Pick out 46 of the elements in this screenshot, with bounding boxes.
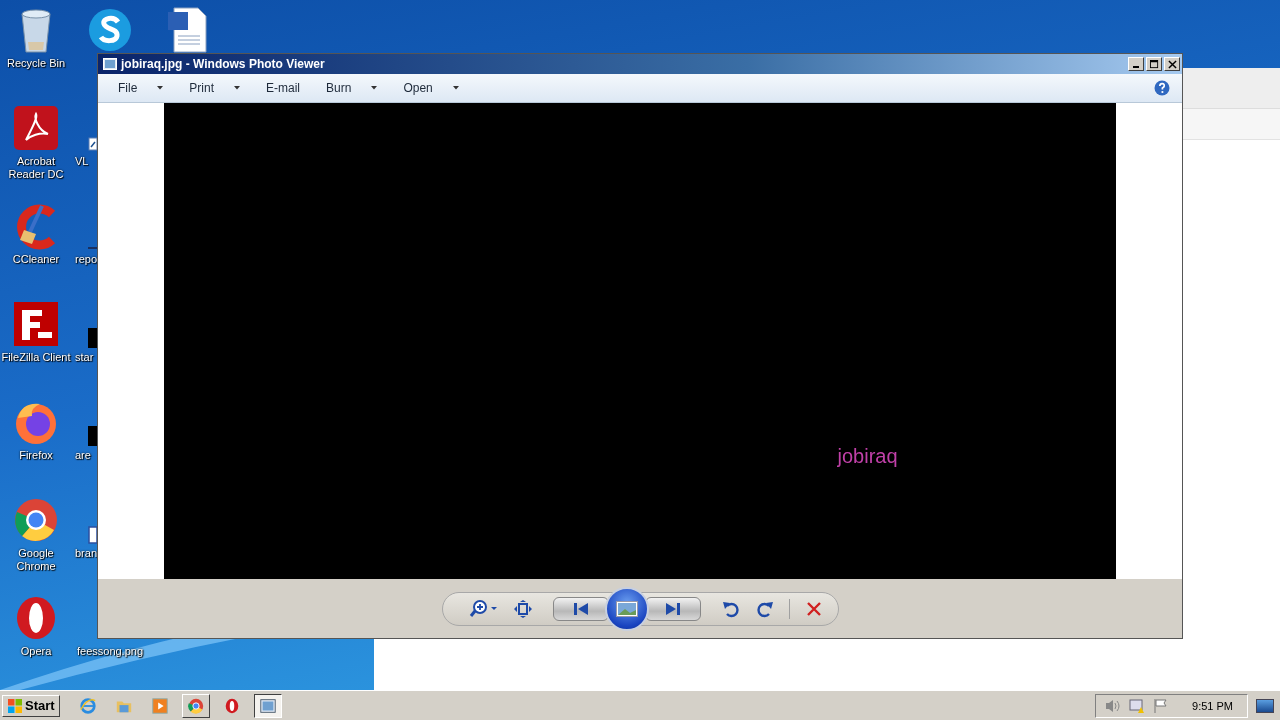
landscape-picture-icon xyxy=(615,600,638,617)
start-button[interactable]: Start xyxy=(2,694,60,717)
zoom-icon[interactable] xyxy=(468,598,499,619)
desktop-icon-label[interactable]: VL xyxy=(75,155,89,168)
file-thumbnail-icon[interactable] xyxy=(88,426,97,446)
menu-button[interactable]: Print xyxy=(179,77,251,99)
desktop-icon-label[interactable]: Opera xyxy=(0,645,72,658)
desktop-icon-label[interactable]: Google Chrome xyxy=(0,547,72,573)
desktop-icon-label[interactable]: bran xyxy=(75,547,98,560)
previous-icon xyxy=(572,601,589,616)
image-caption: jobiraq xyxy=(837,445,898,468)
picture-viewer-icon[interactable] xyxy=(253,693,282,718)
minimize-button[interactable] xyxy=(1128,57,1144,71)
close-icon xyxy=(1167,59,1177,69)
menu-button[interactable]: Burn xyxy=(316,77,388,99)
menu-button[interactable]: E-mail xyxy=(256,77,311,99)
pdf-reader-icon[interactable] xyxy=(12,104,60,152)
show-desktop-button[interactable] xyxy=(1256,698,1274,713)
desktop-icon-label[interactable]: feessong.png xyxy=(74,645,146,658)
fz-logo-icon[interactable] xyxy=(12,300,60,348)
chrome-icon[interactable] xyxy=(12,496,60,544)
help-icon[interactable] xyxy=(1154,80,1170,96)
fit-to-window-icon[interactable] xyxy=(512,598,533,619)
slideshow-button[interactable] xyxy=(604,586,649,631)
maximize-icon xyxy=(1149,59,1159,69)
desktop-icon-label[interactable]: FileZilla Client xyxy=(0,351,72,364)
desktop-icon-label[interactable]: repo xyxy=(75,253,98,266)
skype-icon[interactable] xyxy=(86,6,134,54)
menu-button[interactable]: File xyxy=(108,77,174,99)
next-icon xyxy=(664,601,681,616)
file-thumbnail-icon[interactable] xyxy=(88,328,97,348)
desktop-icon-label[interactable]: Acrobat Reader DC xyxy=(0,155,72,181)
desktop-icon-label[interactable]: Firefox xyxy=(0,449,72,462)
desktop-icon-label[interactable]: star xyxy=(75,351,94,364)
close-button[interactable] xyxy=(1164,57,1180,71)
desktop-icon-label[interactable]: are xyxy=(75,449,91,462)
desktop-icon-label[interactable]: CCleaner xyxy=(0,253,72,266)
windows-logo-icon xyxy=(7,697,23,714)
desktop-icon-label[interactable]: Recycle Bin xyxy=(0,57,72,70)
menu-button[interactable]: Open xyxy=(393,77,469,99)
maximize-button[interactable] xyxy=(1146,57,1162,71)
previous-button[interactable] xyxy=(552,596,609,621)
window-title: jobiraq.jpg - Windows Photo Viewer xyxy=(121,57,326,71)
chrome-icon[interactable] xyxy=(181,693,210,718)
picture-icon xyxy=(103,58,117,70)
clock[interactable]: 9:51 PM xyxy=(1192,699,1233,712)
